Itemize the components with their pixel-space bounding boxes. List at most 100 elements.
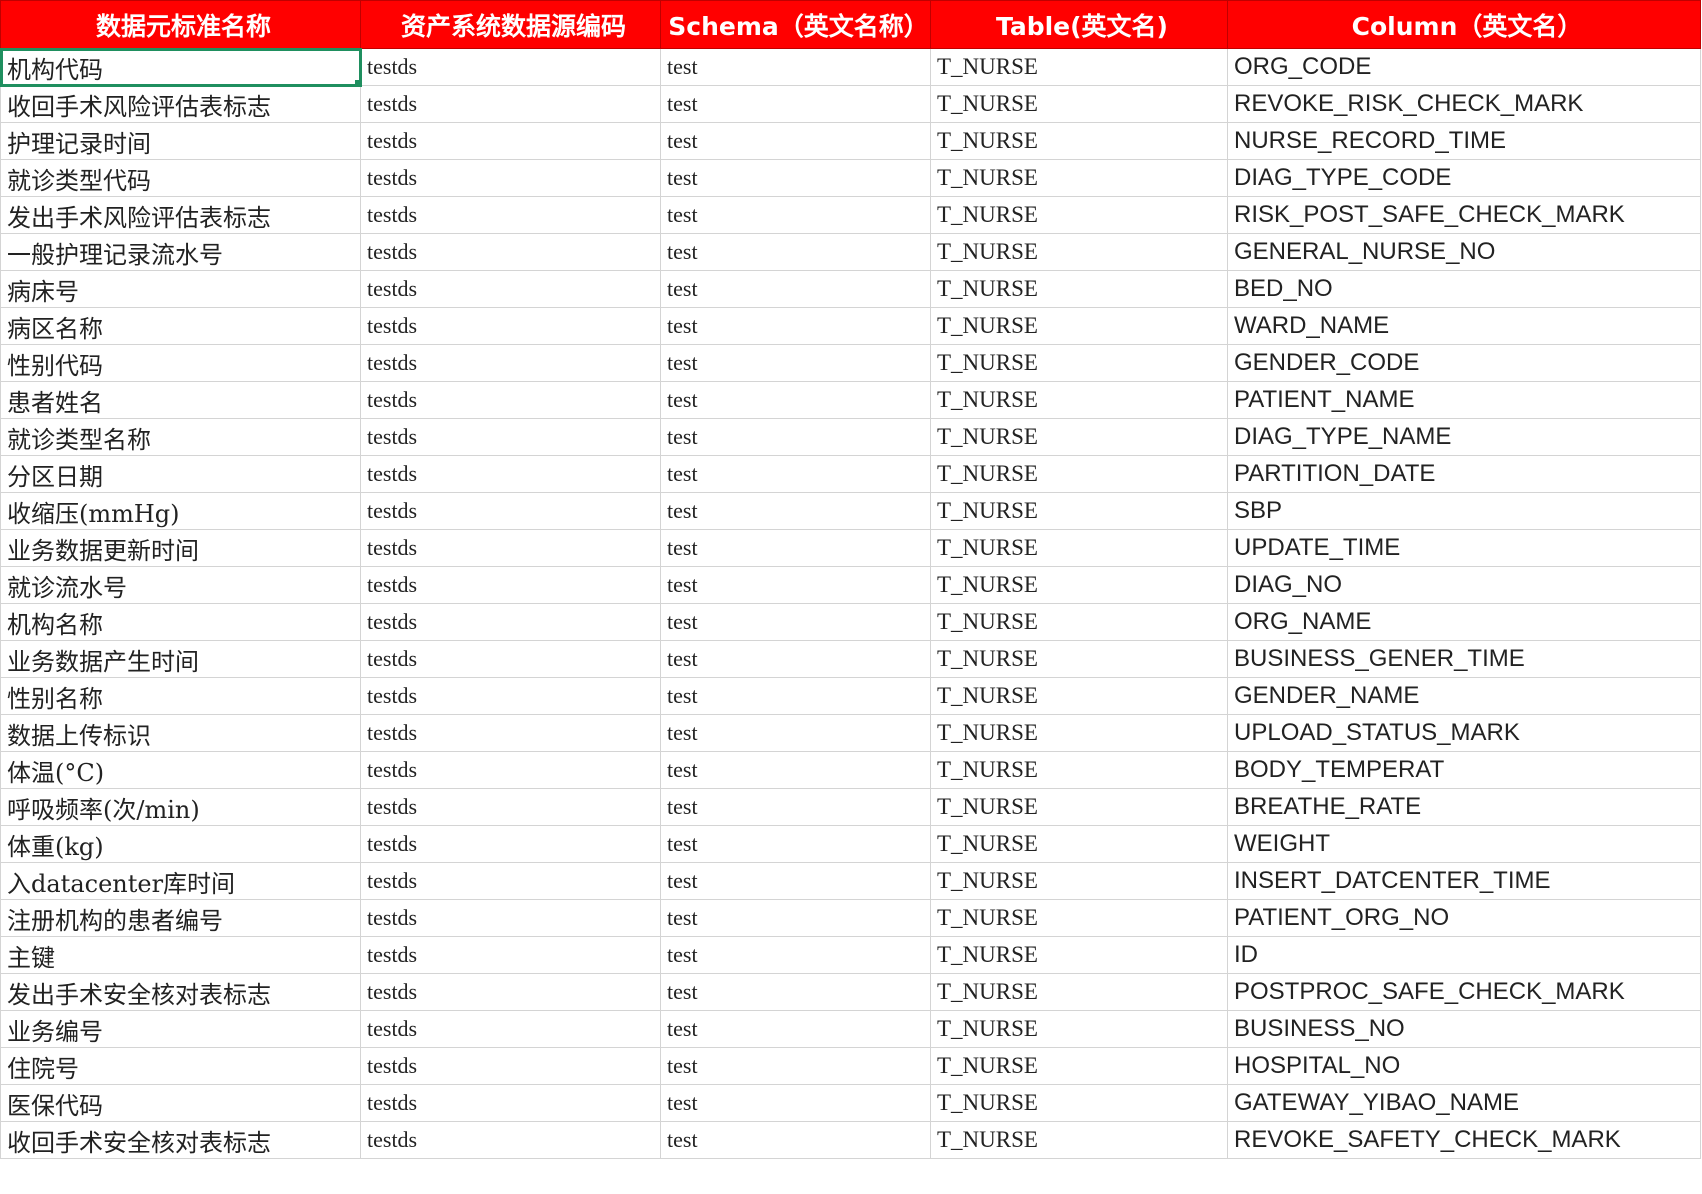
cell-datasource-code[interactable]: testds bbox=[360, 418, 661, 456]
cell-column[interactable]: BREATHE_RATE bbox=[1227, 788, 1701, 826]
cell-datasource-code[interactable]: testds bbox=[360, 603, 661, 641]
header-schema[interactable]: Schema（英文名称） bbox=[660, 0, 931, 49]
cell-table[interactable]: T_NURSE bbox=[930, 233, 1228, 271]
cell-schema[interactable]: test bbox=[660, 825, 931, 863]
cell-standard-name[interactable]: 收缩压(mmHg) bbox=[0, 492, 361, 530]
cell-datasource-code[interactable]: testds bbox=[360, 566, 661, 604]
cell-table[interactable]: T_NURSE bbox=[930, 788, 1228, 826]
cell-standard-name[interactable]: 性别名称 bbox=[0, 677, 361, 715]
cell-schema[interactable]: test bbox=[660, 270, 931, 308]
cell-datasource-code[interactable]: testds bbox=[360, 196, 661, 234]
cell-table[interactable]: T_NURSE bbox=[930, 48, 1228, 86]
cell-schema[interactable]: test bbox=[660, 862, 931, 900]
cell-standard-name[interactable]: 收回手术安全核对表标志 bbox=[0, 1121, 361, 1159]
cell-standard-name[interactable]: 呼吸频率(次/min) bbox=[0, 788, 361, 826]
header-standard-name[interactable]: 数据元标准名称 bbox=[0, 0, 361, 49]
cell-table[interactable]: T_NURSE bbox=[930, 344, 1228, 382]
cell-standard-name[interactable]: 住院号 bbox=[0, 1047, 361, 1085]
cell-column[interactable]: ORG_NAME bbox=[1227, 603, 1701, 641]
cell-table[interactable]: T_NURSE bbox=[930, 677, 1228, 715]
cell-table[interactable]: T_NURSE bbox=[930, 159, 1228, 197]
cell-datasource-code[interactable]: testds bbox=[360, 640, 661, 678]
cell-schema[interactable]: test bbox=[660, 1084, 931, 1122]
cell-datasource-code[interactable]: testds bbox=[360, 1084, 661, 1122]
cell-column[interactable]: INSERT_DATCENTER_TIME bbox=[1227, 862, 1701, 900]
cell-schema[interactable]: test bbox=[660, 973, 931, 1011]
cell-schema[interactable]: test bbox=[660, 492, 931, 530]
cell-schema[interactable]: test bbox=[660, 381, 931, 419]
cell-datasource-code[interactable]: testds bbox=[360, 529, 661, 567]
cell-table[interactable]: T_NURSE bbox=[930, 1010, 1228, 1048]
cell-standard-name[interactable]: 体重(kg) bbox=[0, 825, 361, 863]
cell-schema[interactable]: test bbox=[660, 529, 931, 567]
cell-standard-name[interactable]: 就诊类型名称 bbox=[0, 418, 361, 456]
cell-datasource-code[interactable]: testds bbox=[360, 381, 661, 419]
cell-column[interactable]: BUSINESS_NO bbox=[1227, 1010, 1701, 1048]
cell-schema[interactable]: test bbox=[660, 714, 931, 752]
cell-datasource-code[interactable]: testds bbox=[360, 788, 661, 826]
cell-table[interactable]: T_NURSE bbox=[930, 418, 1228, 456]
cell-datasource-code[interactable]: testds bbox=[360, 233, 661, 271]
cell-schema[interactable]: test bbox=[660, 603, 931, 641]
cell-table[interactable]: T_NURSE bbox=[930, 529, 1228, 567]
cell-datasource-code[interactable]: testds bbox=[360, 344, 661, 382]
cell-datasource-code[interactable]: testds bbox=[360, 825, 661, 863]
cell-schema[interactable]: test bbox=[660, 159, 931, 197]
header-table[interactable]: Table(英文名) bbox=[930, 0, 1228, 49]
cell-schema[interactable]: test bbox=[660, 418, 931, 456]
cell-column[interactable]: UPLOAD_STATUS_MARK bbox=[1227, 714, 1701, 752]
cell-standard-name[interactable]: 病区名称 bbox=[0, 307, 361, 345]
cell-column[interactable]: ORG_CODE bbox=[1227, 48, 1701, 86]
cell-column[interactable]: POSTPROC_SAFE_CHECK_MARK bbox=[1227, 973, 1701, 1011]
cell-standard-name[interactable]: 一般护理记录流水号 bbox=[0, 233, 361, 271]
cell-column[interactable]: GENDER_CODE bbox=[1227, 344, 1701, 382]
cell-datasource-code[interactable]: testds bbox=[360, 307, 661, 345]
cell-column[interactable]: DIAG_TYPE_NAME bbox=[1227, 418, 1701, 456]
cell-standard-name[interactable]: 收回手术风险评估表标志 bbox=[0, 85, 361, 123]
cell-column[interactable]: BUSINESS_GENER_TIME bbox=[1227, 640, 1701, 678]
cell-standard-name[interactable]: 发出手术安全核对表标志 bbox=[0, 973, 361, 1011]
cell-datasource-code[interactable]: testds bbox=[360, 936, 661, 974]
cell-table[interactable]: T_NURSE bbox=[930, 122, 1228, 160]
cell-table[interactable]: T_NURSE bbox=[930, 603, 1228, 641]
cell-table[interactable]: T_NURSE bbox=[930, 566, 1228, 604]
cell-datasource-code[interactable]: testds bbox=[360, 1010, 661, 1048]
cell-schema[interactable]: test bbox=[660, 122, 931, 160]
cell-datasource-code[interactable]: testds bbox=[360, 1121, 661, 1159]
cell-column[interactable]: WARD_NAME bbox=[1227, 307, 1701, 345]
cell-table[interactable]: T_NURSE bbox=[930, 899, 1228, 937]
cell-standard-name[interactable]: 分区日期 bbox=[0, 455, 361, 493]
cell-table[interactable]: T_NURSE bbox=[930, 85, 1228, 123]
cell-table[interactable]: T_NURSE bbox=[930, 381, 1228, 419]
header-datasource-code[interactable]: 资产系统数据源编码 bbox=[360, 0, 661, 49]
cell-schema[interactable]: test bbox=[660, 899, 931, 937]
cell-table[interactable]: T_NURSE bbox=[930, 973, 1228, 1011]
cell-standard-name[interactable]: 业务编号 bbox=[0, 1010, 361, 1048]
cell-datasource-code[interactable]: testds bbox=[360, 492, 661, 530]
cell-table[interactable]: T_NURSE bbox=[930, 1121, 1228, 1159]
cell-column[interactable]: PATIENT_NAME bbox=[1227, 381, 1701, 419]
cell-standard-name[interactable]: 注册机构的患者编号 bbox=[0, 899, 361, 937]
cell-column[interactable]: GATEWAY_YIBAO_NAME bbox=[1227, 1084, 1701, 1122]
cell-standard-name[interactable]: 患者姓名 bbox=[0, 381, 361, 419]
cell-column[interactable]: REVOKE_SAFETY_CHECK_MARK bbox=[1227, 1121, 1701, 1159]
cell-schema[interactable]: test bbox=[660, 1010, 931, 1048]
cell-standard-name[interactable]: 数据上传标识 bbox=[0, 714, 361, 752]
cell-table[interactable]: T_NURSE bbox=[930, 492, 1228, 530]
cell-schema[interactable]: test bbox=[660, 455, 931, 493]
cell-datasource-code[interactable]: testds bbox=[360, 862, 661, 900]
cell-column[interactable]: NURSE_RECORD_TIME bbox=[1227, 122, 1701, 160]
cell-standard-name[interactable]: 业务数据更新时间 bbox=[0, 529, 361, 567]
cell-datasource-code[interactable]: testds bbox=[360, 85, 661, 123]
cell-datasource-code[interactable]: testds bbox=[360, 751, 661, 789]
cell-schema[interactable]: test bbox=[660, 936, 931, 974]
cell-table[interactable]: T_NURSE bbox=[930, 640, 1228, 678]
cell-schema[interactable]: test bbox=[660, 788, 931, 826]
cell-column[interactable]: SBP bbox=[1227, 492, 1701, 530]
cell-schema[interactable]: test bbox=[660, 751, 931, 789]
cell-schema[interactable]: test bbox=[660, 1047, 931, 1085]
cell-column[interactable]: DIAG_NO bbox=[1227, 566, 1701, 604]
cell-column[interactable]: ID bbox=[1227, 936, 1701, 974]
cell-schema[interactable]: test bbox=[660, 196, 931, 234]
cell-standard-name[interactable]: 就诊流水号 bbox=[0, 566, 361, 604]
